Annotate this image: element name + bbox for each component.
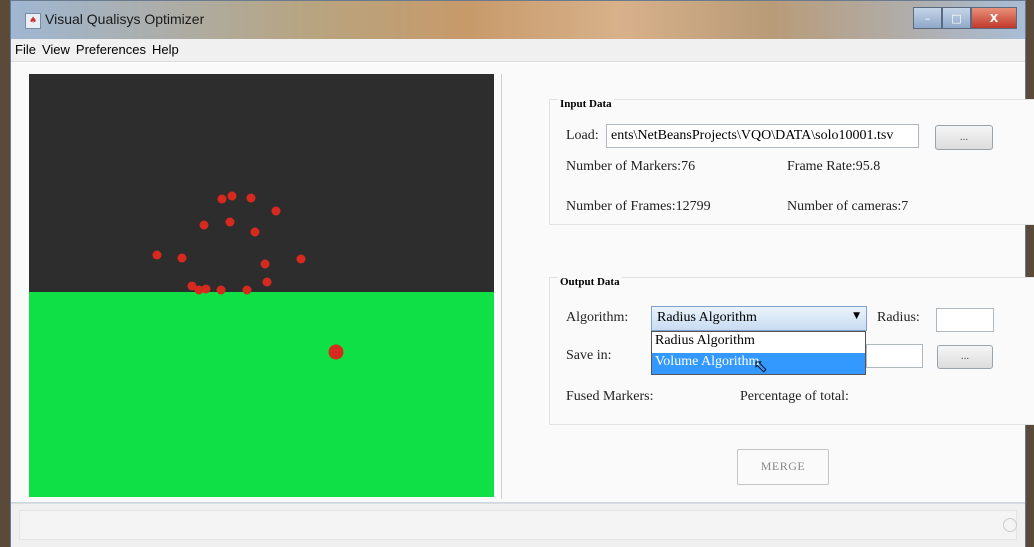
status-area <box>19 510 1017 540</box>
main-content: Input Data Load: ents\NetBeansProjects\V… <box>11 62 1034 502</box>
save-in-label: Save in: <box>566 348 612 363</box>
menu-preferences[interactable]: Preferences <box>72 39 148 57</box>
fused-markers-label: Fused Markers: <box>566 389 654 404</box>
menu-help[interactable]: Help <box>148 39 181 57</box>
marker-point <box>217 194 227 204</box>
maximize-button[interactable]: □ <box>942 7 971 29</box>
marker-point <box>177 253 187 263</box>
markers-count: Number of Markers:76 <box>566 159 696 174</box>
app-icon: ♠ <box>25 13 41 29</box>
marker-point <box>201 284 211 294</box>
menu-view[interactable]: View <box>38 39 72 57</box>
menu-file[interactable]: File <box>11 39 38 57</box>
save-browse-button[interactable]: ... <box>937 345 993 369</box>
load-path-field[interactable]: ents\NetBeansProjects\VQO\DATA\solo10001… <box>606 124 919 148</box>
radius-input[interactable] <box>936 308 994 332</box>
marker-point <box>152 250 162 260</box>
marker-point <box>216 285 226 295</box>
marker-point <box>242 285 252 295</box>
app-window: ♠ Visual Qualisys Optimizer – □ X File Vi… <box>10 0 1034 547</box>
merge-button[interactable]: MERGE <box>737 449 829 485</box>
marker-point <box>260 259 270 269</box>
output-data-title: Output Data <box>558 276 622 288</box>
input-data-title: Input Data <box>558 98 614 110</box>
marker-point <box>328 344 344 360</box>
marker-point <box>262 277 272 287</box>
frames-count: Number of Frames:12799 <box>566 199 711 214</box>
title-bar: ♠ Visual Qualisys Optimizer – □ X <box>11 1 1025 39</box>
minimize-button[interactable]: – <box>913 7 942 29</box>
resize-grip-icon[interactable] <box>1003 518 1017 532</box>
marker-point <box>271 206 281 216</box>
close-button[interactable]: X <box>971 7 1017 29</box>
marker-point <box>250 227 260 237</box>
marker-point <box>246 193 256 203</box>
algorithm-select[interactable]: Radius Algorithm ▼ <box>651 306 867 331</box>
load-label: Load: <box>566 128 599 143</box>
cameras-count: Number of cameras:7 <box>787 199 909 214</box>
frame-rate: Frame Rate:95.8 <box>787 159 881 174</box>
status-bar <box>11 503 1025 547</box>
menu-bar: File View Preferences Help <box>11 39 1025 62</box>
load-browse-button[interactable]: ... <box>935 125 993 150</box>
save-path-field[interactable] <box>866 344 923 368</box>
option-radius-algorithm[interactable]: Radius Algorithm <box>652 332 865 353</box>
mouse-cursor-icon: ⬁ <box>753 356 769 377</box>
percentage-label: Percentage of total: <box>740 389 849 404</box>
marker-visualization-canvas[interactable] <box>29 74 494 497</box>
radius-label: Radius: <box>877 310 920 325</box>
ground-plane <box>29 292 494 497</box>
marker-point <box>296 254 306 264</box>
chevron-down-icon[interactable]: ▼ <box>853 311 860 321</box>
window-title: Visual Qualisys Optimizer <box>45 11 205 27</box>
marker-point <box>199 220 209 230</box>
algorithm-label: Algorithm: <box>566 310 629 325</box>
panel-divider <box>501 74 502 499</box>
marker-point <box>225 217 235 227</box>
algorithm-selected-value: Radius Algorithm <box>657 310 757 325</box>
marker-point <box>227 191 237 201</box>
